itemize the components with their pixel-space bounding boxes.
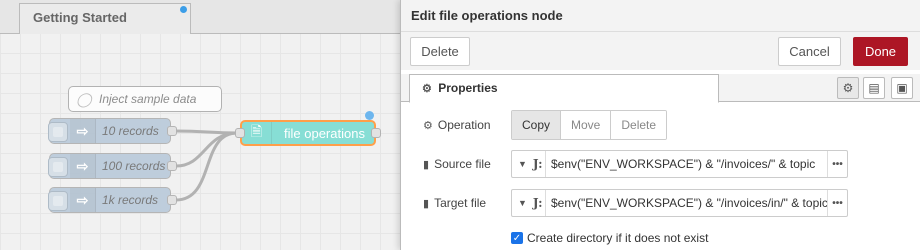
arrow-right-icon: ⇨ <box>70 188 96 212</box>
target-file-input[interactable]: ▼ J: $env("ENV_WORKSPACE") & "/invoices/i… <box>511 189 848 217</box>
description-icon[interactable]: ▤ <box>863 77 885 99</box>
tray-toolbar <box>401 32 920 70</box>
cancel-button[interactable]: Cancel <box>778 37 841 66</box>
tray-tabs: ⚙ Properties ⚙ ▤ ▣ <box>401 74 920 103</box>
operation-label-text: Operation <box>437 118 491 132</box>
file-icon: ▮ <box>423 197 430 210</box>
inject-node[interactable]: ⇨ 100 records <box>48 153 177 179</box>
file-operations-node[interactable]: 🗎 file operations <box>235 120 381 146</box>
wire-1k-records <box>175 131 238 202</box>
expand-editor-button[interactable]: ••• <box>827 190 847 216</box>
wire-100-records <box>175 131 238 168</box>
file-node-label: file operations <box>284 125 365 141</box>
output-port[interactable] <box>167 195 177 205</box>
operation-move-button[interactable]: Move <box>561 111 612 139</box>
inject-trigger-button[interactable] <box>48 157 68 177</box>
create-directory-option: ✓ Create directory if it does not exist <box>511 231 708 245</box>
settings-icon[interactable]: ⚙ <box>837 77 859 99</box>
inject-trigger-button[interactable] <box>48 191 68 211</box>
inject-node[interactable]: ⇨ 10 records <box>48 118 177 144</box>
arrow-right-icon: ⇨ <box>70 119 96 143</box>
delete-button[interactable]: Delete <box>410 37 470 66</box>
tray-title: Edit file operations node <box>401 0 920 32</box>
done-button[interactable]: Done <box>853 37 908 66</box>
gear-icon: ⚙ <box>423 119 433 132</box>
comment-node[interactable]: ◯ Inject sample data <box>68 86 222 112</box>
inject-node[interactable]: ⇨ 1k records <box>48 187 177 213</box>
source-file-label-text: Source file <box>434 157 491 171</box>
comment-icon: ◯ <box>76 90 92 107</box>
operation-button-group: Copy Move Delete <box>511 110 668 140</box>
operation-delete-button[interactable]: Delete <box>611 111 667 139</box>
target-file-label: ▮ Target file <box>423 196 486 210</box>
target-file-value[interactable]: $env("ENV_WORKSPACE") & "/invoices/in/" … <box>546 196 827 210</box>
inject-trigger-button[interactable] <box>48 122 68 142</box>
type-selector[interactable]: ▼ J: <box>512 190 546 216</box>
source-file-value[interactable]: $env("ENV_WORKSPACE") & "/invoices/" & t… <box>546 157 827 171</box>
file-icon: 🗎 <box>242 122 272 144</box>
jsonata-icon: J: <box>532 196 543 210</box>
input-port[interactable] <box>235 128 245 138</box>
jsonata-icon: J: <box>532 157 543 171</box>
appearance-icon[interactable]: ▣ <box>891 77 913 99</box>
target-file-label-text: Target file <box>434 196 487 210</box>
inject-node-label: 100 records <box>102 159 166 173</box>
expand-editor-button[interactable]: ••• <box>827 151 847 177</box>
source-file-label: ▮ Source file <box>423 157 491 171</box>
create-directory-label: Create directory if it does not exist <box>527 231 709 245</box>
operation-copy-button[interactable]: Copy <box>512 111 562 139</box>
operation-label: ⚙ Operation <box>423 118 491 132</box>
create-directory-checkbox[interactable]: ✓ <box>511 232 523 244</box>
inject-node-label: 10 records <box>102 124 159 138</box>
gear-icon: ⚙ <box>422 83 432 95</box>
inject-node-label: 1k records <box>102 193 159 207</box>
source-file-input[interactable]: ▼ J: $env("ENV_WORKSPACE") & "/invoices/"… <box>511 150 848 178</box>
output-port[interactable] <box>371 128 381 138</box>
output-port[interactable] <box>167 161 177 171</box>
tab-properties[interactable]: ⚙ Properties <box>409 74 719 103</box>
flow-canvas[interactable]: Getting Started ◯ Inject sample data ⇨ 1… <box>0 0 400 250</box>
type-selector[interactable]: ▼ J: <box>512 151 546 177</box>
file-icon: ▮ <box>423 158 430 171</box>
node-changed-indicator <box>365 111 374 120</box>
arrow-right-icon: ⇨ <box>70 154 96 178</box>
output-port[interactable] <box>167 126 177 136</box>
tab-properties-label: Properties <box>438 81 498 95</box>
edit-tray: Edit file operations node Delete Cancel … <box>400 0 920 250</box>
comment-node-label: Inject sample data <box>99 92 197 106</box>
